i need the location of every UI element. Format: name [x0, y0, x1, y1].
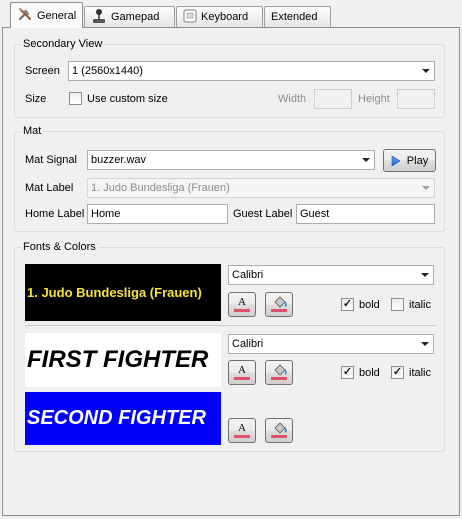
chevron-down-icon	[358, 152, 373, 168]
second-fighter-text-color-button[interactable]: A	[228, 418, 256, 443]
height-input[interactable]	[397, 89, 435, 109]
screen-label: Screen	[25, 65, 60, 77]
fighter-italic-label: italic	[409, 367, 432, 379]
height-label: Height	[358, 93, 390, 105]
header-bold-label: bold	[359, 299, 380, 311]
tab-extended-label: Extended	[271, 11, 318, 23]
fighter-bold-checkbox[interactable]: ✓	[341, 366, 354, 379]
divider	[25, 325, 436, 326]
tab-general[interactable]: General	[10, 2, 83, 28]
play-icon	[391, 154, 401, 167]
tab-keyboard-label: Keyboard	[201, 11, 249, 23]
color-bar	[271, 377, 287, 380]
header-bg-color-button[interactable]	[265, 292, 293, 317]
second-fighter-bg-color-button[interactable]	[265, 418, 293, 443]
home-label-label: Home Label	[25, 208, 85, 220]
fighter-font-value: Calibri	[232, 338, 264, 350]
width-input[interactable]	[314, 89, 352, 109]
paint-bucket-icon	[274, 296, 287, 308]
font-color-icon: A	[238, 422, 246, 434]
tab-gamepad-label: Gamepad	[111, 11, 160, 23]
header-italic-checkbox[interactable]	[391, 298, 404, 311]
mat-signal-label: Mat Signal	[25, 154, 77, 166]
color-bar	[234, 435, 250, 438]
header-text-color-button[interactable]: A	[228, 292, 256, 317]
color-bar	[271, 309, 287, 312]
play-button-label: Play	[406, 154, 429, 167]
mat-label-select[interactable]: 1. Judo Bundesliga (Frauen)	[87, 178, 435, 198]
mat-signal-value: buzzer.wav	[91, 154, 147, 166]
color-bar	[234, 309, 250, 312]
header-bold-checkbox[interactable]: ✓	[341, 298, 354, 311]
first-fighter-bg-color-button[interactable]	[265, 360, 293, 385]
header-font-value: Calibri	[232, 269, 264, 281]
tab-extended[interactable]: Extended	[264, 6, 331, 27]
font-color-icon: A	[238, 364, 246, 376]
fighter-italic-checkbox[interactable]: ✓	[391, 366, 404, 379]
color-bar	[271, 435, 287, 438]
mat-signal-select[interactable]: buzzer.wav	[87, 150, 375, 170]
header-italic-label: italic	[409, 299, 432, 311]
header-preview: 1. Judo Bundesliga (Frauen)	[25, 264, 221, 321]
width-label: Width	[278, 93, 307, 105]
size-label: Size	[25, 93, 47, 105]
chevron-down-icon	[417, 267, 432, 283]
guest-label-label: Guest Label	[233, 208, 293, 220]
screen-select-value: 1 (2560x1440)	[72, 65, 143, 77]
mat-label-value: 1. Judo Bundesliga (Frauen)	[91, 182, 230, 194]
tab-keyboard[interactable]: Keyboard	[176, 6, 263, 27]
mat-title: Mat	[21, 125, 44, 138]
second-fighter-preview: SECOND FIGHTER	[25, 392, 221, 445]
chevron-down-icon	[418, 180, 433, 196]
home-label-input[interactable]: Home	[87, 204, 228, 224]
first-fighter-preview: FIRST FIGHTER	[25, 333, 221, 387]
joystick-icon	[91, 8, 107, 27]
color-bar	[234, 377, 250, 380]
header-font-select[interactable]: Calibri	[228, 265, 434, 285]
fighter-font-select[interactable]: Calibri	[228, 334, 434, 354]
chevron-down-icon	[418, 63, 433, 79]
tab-gamepad[interactable]: Gamepad	[84, 6, 175, 27]
tab-general-label: General	[37, 9, 77, 22]
fighter-bold-label: bold	[359, 367, 380, 379]
mat-label-label: Mat Label	[25, 182, 74, 194]
custom-size-label: Use custom size	[87, 93, 168, 105]
chevron-down-icon	[417, 336, 432, 352]
first-fighter-text-color-button[interactable]: A	[228, 360, 256, 385]
keyboard-icon	[183, 9, 197, 26]
secondary-view-group: Secondary View	[14, 38, 445, 118]
secondary-view-title: Secondary View	[21, 38, 105, 51]
paint-bucket-icon	[274, 364, 287, 376]
custom-size-checkbox[interactable]	[69, 92, 82, 105]
paint-bucket-icon	[274, 422, 287, 434]
tab-bar: General Gamepad Keyboard Extended	[0, 0, 462, 28]
screen-select[interactable]: 1 (2560x1440)	[68, 61, 435, 81]
play-button[interactable]: Play	[383, 149, 436, 172]
guest-label-input[interactable]: Guest	[296, 204, 435, 224]
fonts-colors-title: Fonts & Colors	[21, 241, 98, 254]
tools-icon	[17, 6, 33, 25]
font-color-icon: A	[238, 296, 246, 308]
